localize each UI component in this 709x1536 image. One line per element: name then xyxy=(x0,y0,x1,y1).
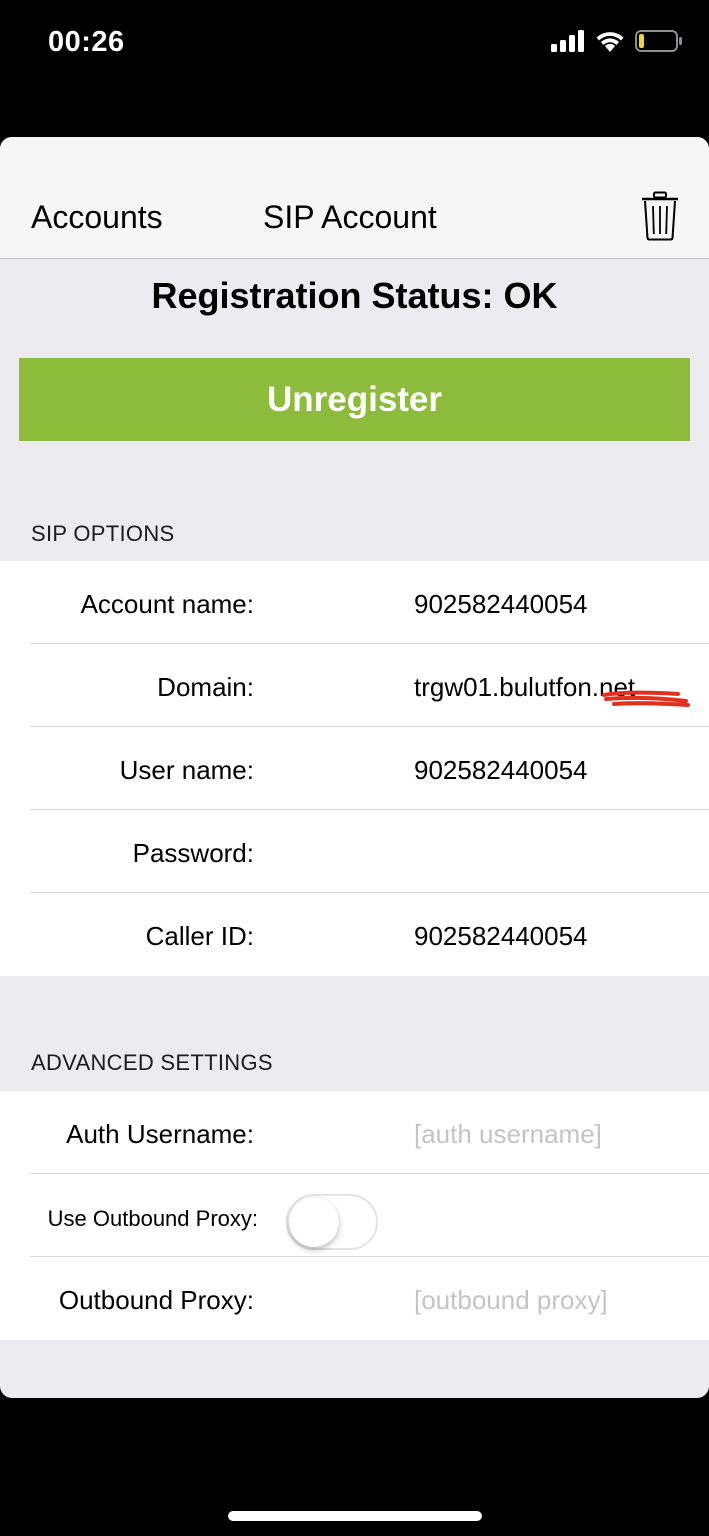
use-outbound-proxy-label: Use Outbound Proxy: xyxy=(47,1206,258,1231)
password-row[interactable]: Password: xyxy=(0,810,709,893)
user-name-label: User name: xyxy=(119,755,254,785)
auth-username-field[interactable]: [auth username] xyxy=(414,1119,602,1150)
sip-options-group: Account name: 902582440054 Domain: trgw0… xyxy=(0,561,709,976)
red-underline-annotation xyxy=(602,690,690,707)
advanced-settings-header: ADVANCED SETTINGS xyxy=(31,1050,273,1075)
caller-id-row[interactable]: Caller ID: 902582440054 xyxy=(0,893,709,976)
status-icons xyxy=(551,30,683,52)
unregister-button[interactable]: Unregister xyxy=(19,358,690,441)
caller-id-label: Caller ID: xyxy=(145,921,254,951)
account-name-row[interactable]: Account name: 902582440054 xyxy=(0,561,709,644)
wifi-icon xyxy=(596,32,624,52)
account-name-label: Account name: xyxy=(80,589,254,619)
home-indicator xyxy=(228,1511,482,1521)
use-outbound-proxy-row: Use Outbound Proxy: xyxy=(0,1174,709,1257)
auth-username-row[interactable]: Auth Username: [auth username] xyxy=(0,1091,709,1174)
cellular-signal-icon xyxy=(551,30,584,52)
sip-account-sheet: Accounts SIP Account Registration Status… xyxy=(0,137,709,1398)
domain-label: Domain: xyxy=(157,672,254,702)
caller-id-field[interactable]: 902582440054 xyxy=(414,921,588,952)
account-name-field[interactable]: 902582440054 xyxy=(414,589,588,620)
accounts-back-button[interactable]: Accounts xyxy=(31,199,163,236)
battery-icon xyxy=(635,30,682,52)
outbound-proxy-row[interactable]: Outbound Proxy: [outbound proxy] xyxy=(0,1257,709,1340)
registration-status: Registration Status: OK xyxy=(151,275,558,316)
sip-options-header: SIP OPTIONS xyxy=(31,521,175,546)
password-label: Password: xyxy=(132,838,254,868)
user-name-row[interactable]: User name: 902582440054 xyxy=(0,727,709,810)
domain-row[interactable]: Domain: trgw01.bulutfon.net xyxy=(0,644,709,727)
advanced-settings-group: Auth Username: [auth username] Use Outbo… xyxy=(0,1091,709,1340)
user-name-field[interactable]: 902582440054 xyxy=(414,755,588,786)
outbound-proxy-label: Outbound Proxy: xyxy=(58,1285,254,1315)
page-title: SIP Account xyxy=(263,199,437,235)
toggle-knob xyxy=(289,1197,339,1247)
status-bar: 00:26 xyxy=(0,0,709,90)
status-time: 00:26 xyxy=(48,26,125,58)
navigation-bar: Accounts SIP Account xyxy=(0,137,709,259)
auth-username-label: Auth Username: xyxy=(66,1119,254,1149)
trash-icon[interactable] xyxy=(640,191,680,241)
outbound-proxy-field[interactable]: [outbound proxy] xyxy=(414,1285,608,1316)
outbound-proxy-toggle[interactable] xyxy=(286,1194,378,1250)
